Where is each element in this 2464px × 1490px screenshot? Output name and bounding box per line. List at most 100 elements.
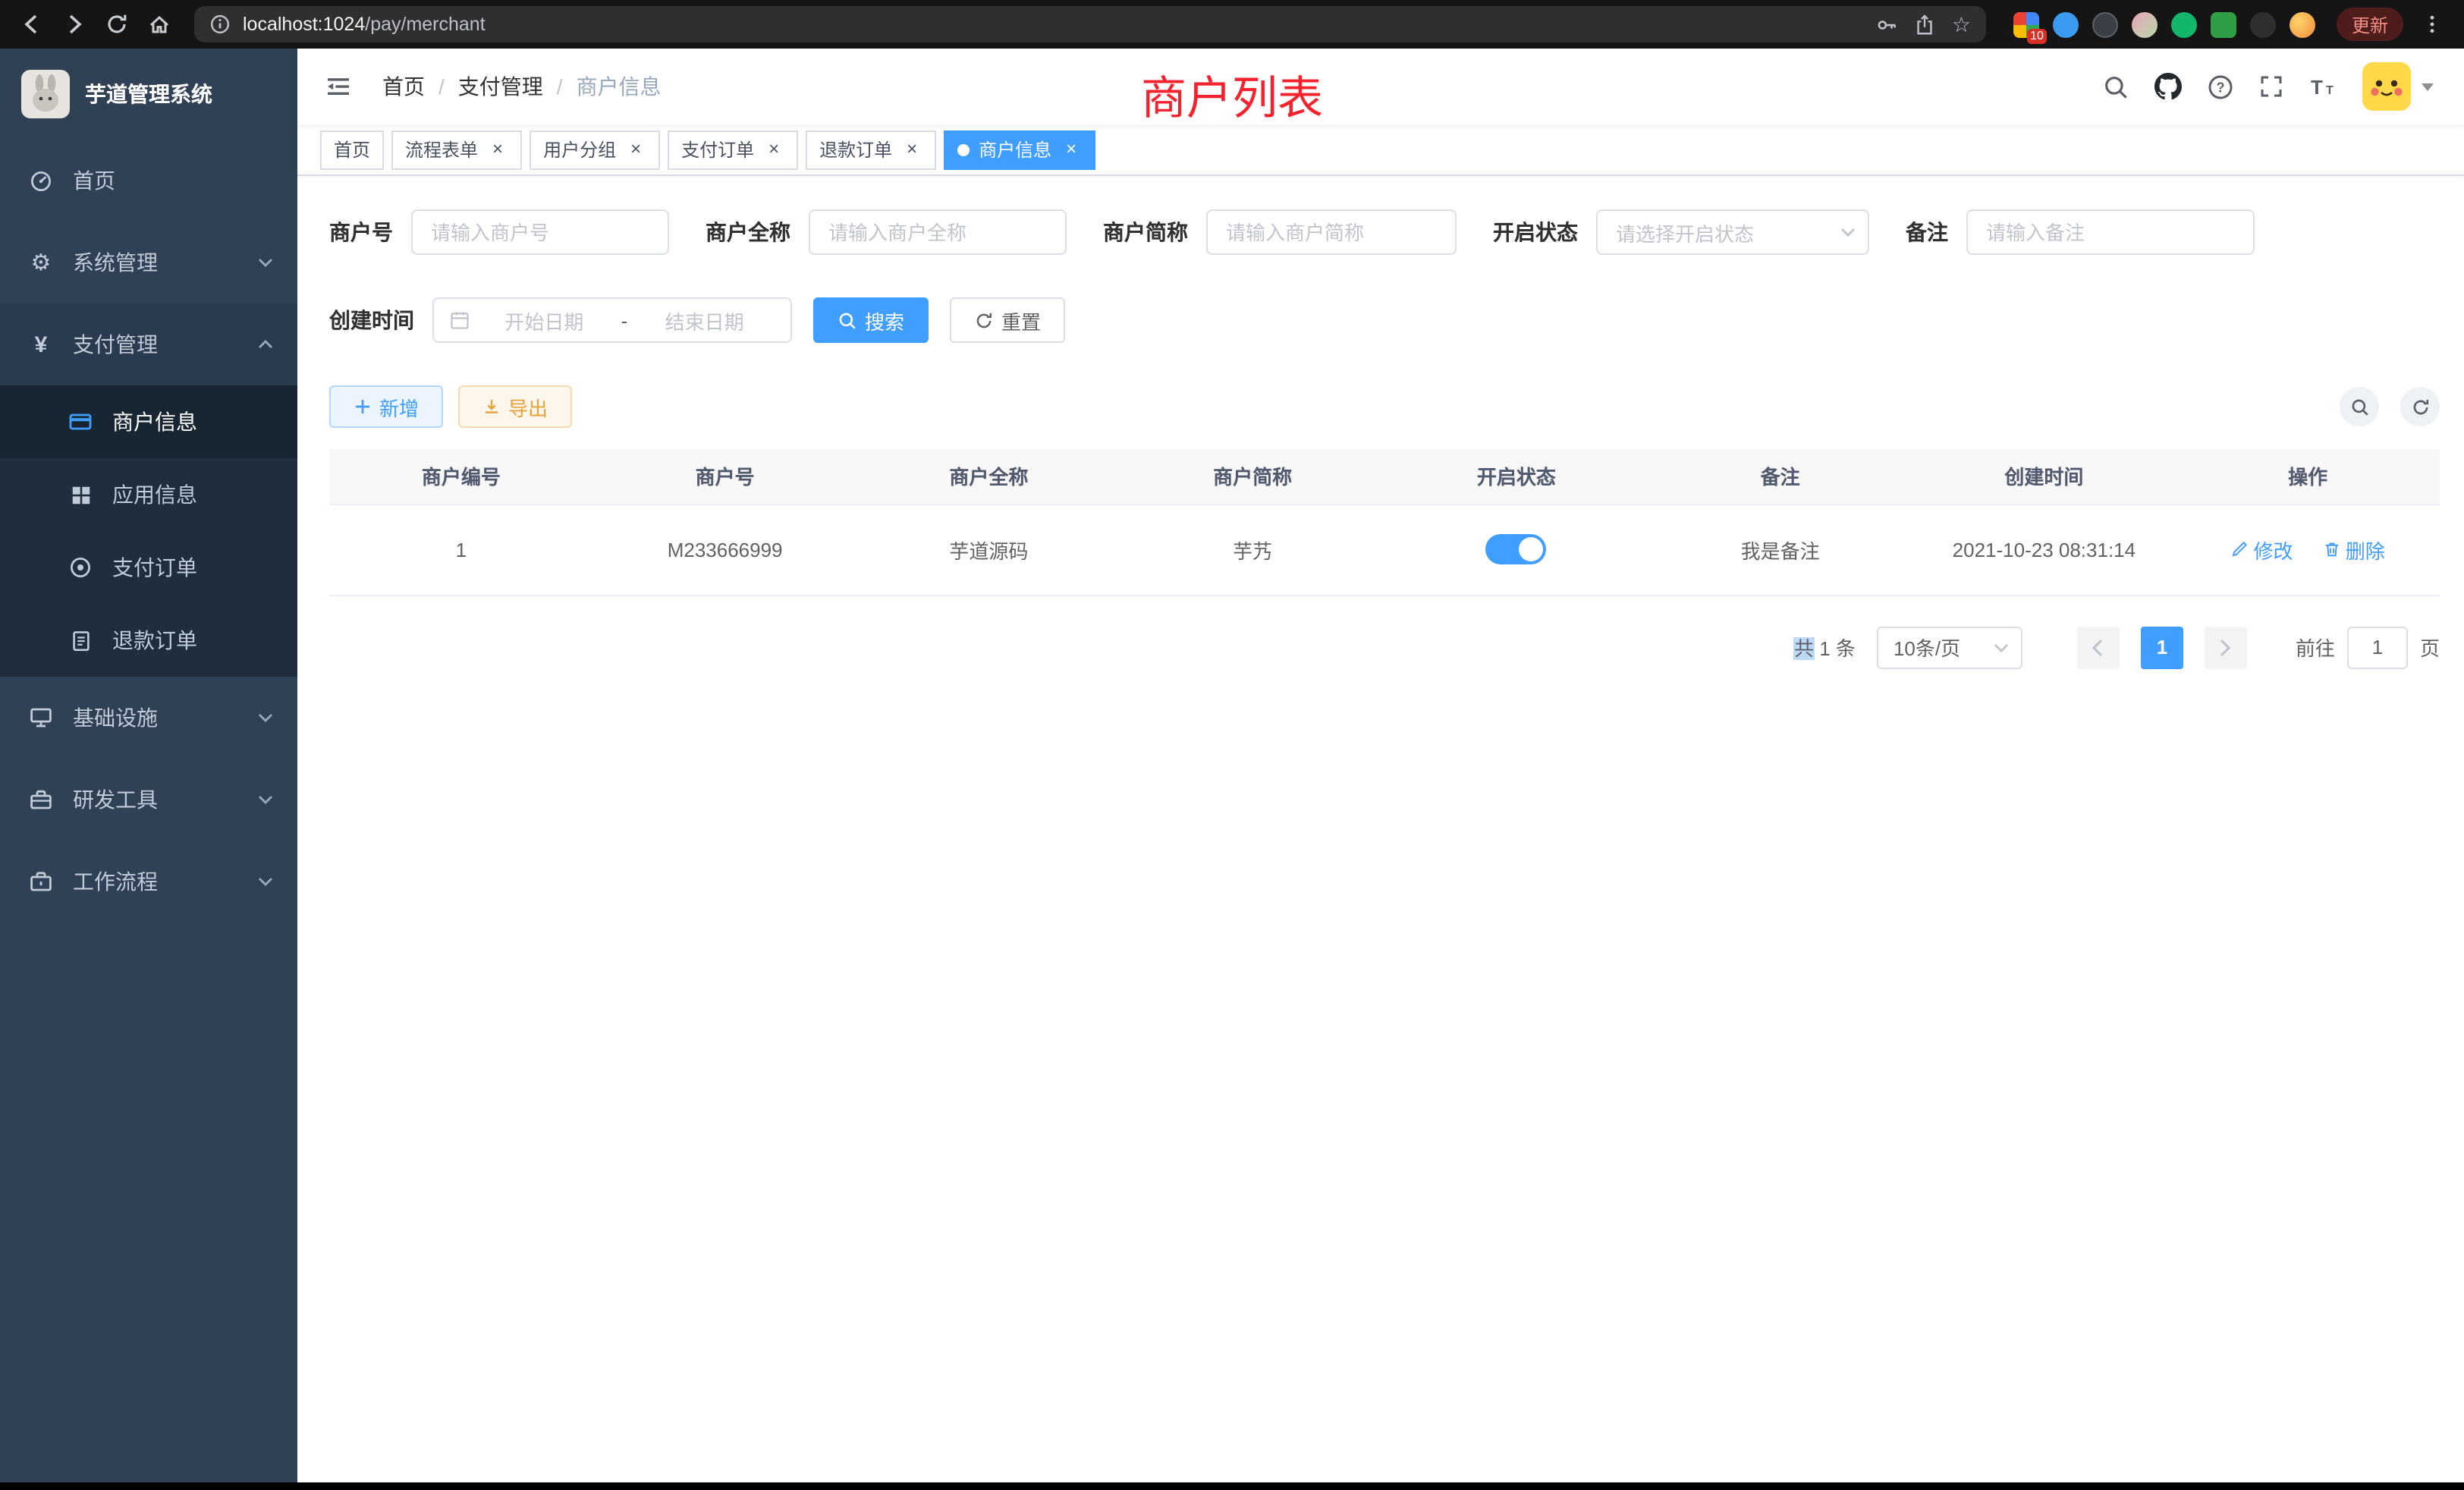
- prev-page-button[interactable]: [2077, 626, 2120, 668]
- sidebar-item-pay-order[interactable]: 支付订单: [0, 531, 297, 604]
- browser-home-icon[interactable]: [140, 6, 179, 42]
- tab-close-icon[interactable]: [487, 139, 508, 160]
- browser-extension-icon[interactable]: [2290, 11, 2315, 37]
- bookmark-star-icon[interactable]: [1952, 11, 1971, 37]
- sidebar-item-system[interactable]: ⚙ 系统管理: [0, 222, 297, 303]
- plus-icon: [354, 398, 372, 416]
- table-toolbar: 新增 导出: [329, 385, 2440, 428]
- goto-page-input[interactable]: [2347, 626, 2408, 668]
- refresh-icon: [974, 310, 994, 330]
- user-menu[interactable]: [2362, 62, 2434, 111]
- selected-text: 共: [1794, 637, 1814, 660]
- tab-merchant-info[interactable]: 商户信息: [944, 130, 1095, 169]
- next-page-button[interactable]: [2205, 626, 2247, 668]
- browser-extension-icon[interactable]: [2092, 11, 2118, 37]
- browser-extension-icon[interactable]: [2211, 11, 2236, 37]
- chevron-down-icon: [258, 713, 273, 722]
- create-time-range-picker[interactable]: 开始日期 - 结束日期: [432, 297, 792, 343]
- merchant-short-name-input[interactable]: [1206, 209, 1457, 255]
- cell-create-time: 2021-10-23 08:31:14: [1912, 504, 2176, 595]
- tab-home[interactable]: 首页: [320, 130, 384, 169]
- site-info-icon[interactable]: [209, 14, 231, 35]
- breadcrumb-item[interactable]: 首页: [382, 71, 425, 102]
- column-header: 商户简称: [1120, 449, 1384, 504]
- show-search-toggle-button[interactable]: [2340, 387, 2379, 426]
- page-number-button[interactable]: 1: [2141, 626, 2183, 668]
- goto-unit: 页: [2420, 633, 2440, 662]
- fullscreen-icon[interactable]: [2259, 74, 2283, 99]
- browser-address-bar[interactable]: localhost:1024/pay/merchant: [194, 6, 1986, 42]
- search-icon[interactable]: [2103, 74, 2129, 99]
- tab-close-icon[interactable]: [625, 139, 646, 160]
- tab-label: 退款订单: [819, 137, 892, 162]
- search-button[interactable]: 搜索: [813, 297, 929, 343]
- browser-extension-icon[interactable]: [2132, 11, 2158, 37]
- cell-full-name: 芋道源码: [857, 504, 1121, 595]
- status-select[interactable]: 请选择开启状态: [1596, 209, 1869, 255]
- filter-label: 创建时间: [329, 305, 414, 335]
- sidebar: 芋道管理系统 首页 ⚙ 系统管理 ¥ 支付管理: [0, 49, 297, 1484]
- tab-pay-order[interactable]: 支付订单: [668, 130, 798, 169]
- merchant-no-input[interactable]: [411, 209, 669, 255]
- tab-close-icon[interactable]: [1061, 139, 1082, 160]
- browser-extension-icon[interactable]: [2250, 11, 2276, 37]
- cell-merchant-no: M233666999: [593, 504, 857, 595]
- extensions-menu-icon[interactable]: 10: [2013, 11, 2039, 37]
- right-toolbar: [2318, 387, 2440, 426]
- tab-user-group[interactable]: 用户分组: [530, 130, 660, 169]
- tab-process-form[interactable]: 流程表单: [391, 130, 522, 169]
- screen-bottom-edge: [0, 1482, 2464, 1490]
- tab-refund-order[interactable]: 退款订单: [806, 130, 936, 169]
- github-icon[interactable]: [2154, 73, 2182, 100]
- password-key-icon[interactable]: [1876, 13, 1899, 36]
- help-icon[interactable]: ?: [2208, 74, 2233, 99]
- sidebar-item-refund-order[interactable]: 退款订单: [0, 604, 297, 677]
- add-button[interactable]: 新增: [329, 385, 443, 428]
- chevron-right-icon: [2219, 638, 2233, 656]
- share-icon[interactable]: [1914, 13, 1937, 36]
- dashboard-icon: [27, 168, 55, 193]
- font-size-icon[interactable]: TT: [2309, 74, 2337, 99]
- sidebar-item-app-info[interactable]: 应用信息: [0, 458, 297, 531]
- browser-reload-icon[interactable]: [97, 6, 137, 42]
- remark-input[interactable]: [1966, 209, 2255, 255]
- refresh-table-button[interactable]: [2400, 387, 2440, 426]
- table-header-row: 商户编号 商户号 商户全称 商户简称 开启状态 备注 创建时间 操作: [329, 449, 2440, 504]
- app-logo[interactable]: 芋道管理系统: [0, 49, 297, 140]
- tab-label: 商户信息: [979, 137, 1051, 162]
- browser-menu-icon[interactable]: [2412, 6, 2452, 42]
- sidebar-item-merchant-info[interactable]: 商户信息: [0, 385, 297, 458]
- bank-card-icon: [67, 410, 94, 434]
- tab-close-icon[interactable]: [763, 139, 784, 160]
- search-button-label: 搜索: [865, 306, 904, 335]
- filter-row-1: 商户号 商户全称 商户简称 开启状态 请选择开启状态: [329, 209, 2440, 255]
- caret-down-icon: [2422, 83, 2434, 90]
- sidebar-item-payment[interactable]: ¥ 支付管理: [0, 303, 297, 385]
- merchant-full-name-input[interactable]: [809, 209, 1067, 255]
- delete-link[interactable]: 删除: [2323, 535, 2385, 564]
- table-row: 1 M233666999 芋道源码 芋艿 我是备注 2021-10-23 08:…: [329, 504, 2440, 595]
- browser-extension-icon[interactable]: [2171, 11, 2197, 37]
- chevron-down-icon: [1840, 228, 1856, 237]
- breadcrumb-item[interactable]: 支付管理: [458, 71, 543, 102]
- browser-forward-icon[interactable]: [55, 6, 94, 42]
- sidebar-item-dev-tools[interactable]: 研发工具: [0, 759, 297, 841]
- browser-extension-icon[interactable]: [2053, 11, 2079, 37]
- browser-back-icon[interactable]: [12, 6, 52, 42]
- cell-short-name: 芋艿: [1120, 504, 1384, 595]
- sidebar-item-home[interactable]: 首页: [0, 140, 297, 222]
- browser-update-button[interactable]: 更新: [2337, 8, 2403, 41]
- export-button[interactable]: 导出: [458, 385, 572, 428]
- sidebar-item-label: 商户信息: [112, 407, 197, 437]
- reset-button[interactable]: 重置: [950, 297, 1065, 343]
- page-size-select[interactable]: 10条/页: [1877, 626, 2022, 668]
- tab-label: 用户分组: [543, 137, 616, 162]
- sidebar-toggle-icon[interactable]: [319, 74, 358, 99]
- filter-row-2: 创建时间 开始日期 - 结束日期 搜索: [329, 297, 2440, 343]
- status-toggle[interactable]: [1486, 534, 1547, 564]
- active-tab-dot: [957, 143, 970, 156]
- sidebar-item-workflow[interactable]: 工作流程: [0, 841, 297, 923]
- tab-close-icon[interactable]: [901, 139, 922, 160]
- edit-link[interactable]: 修改: [2230, 535, 2293, 564]
- sidebar-item-infrastructure[interactable]: 基础设施: [0, 677, 297, 759]
